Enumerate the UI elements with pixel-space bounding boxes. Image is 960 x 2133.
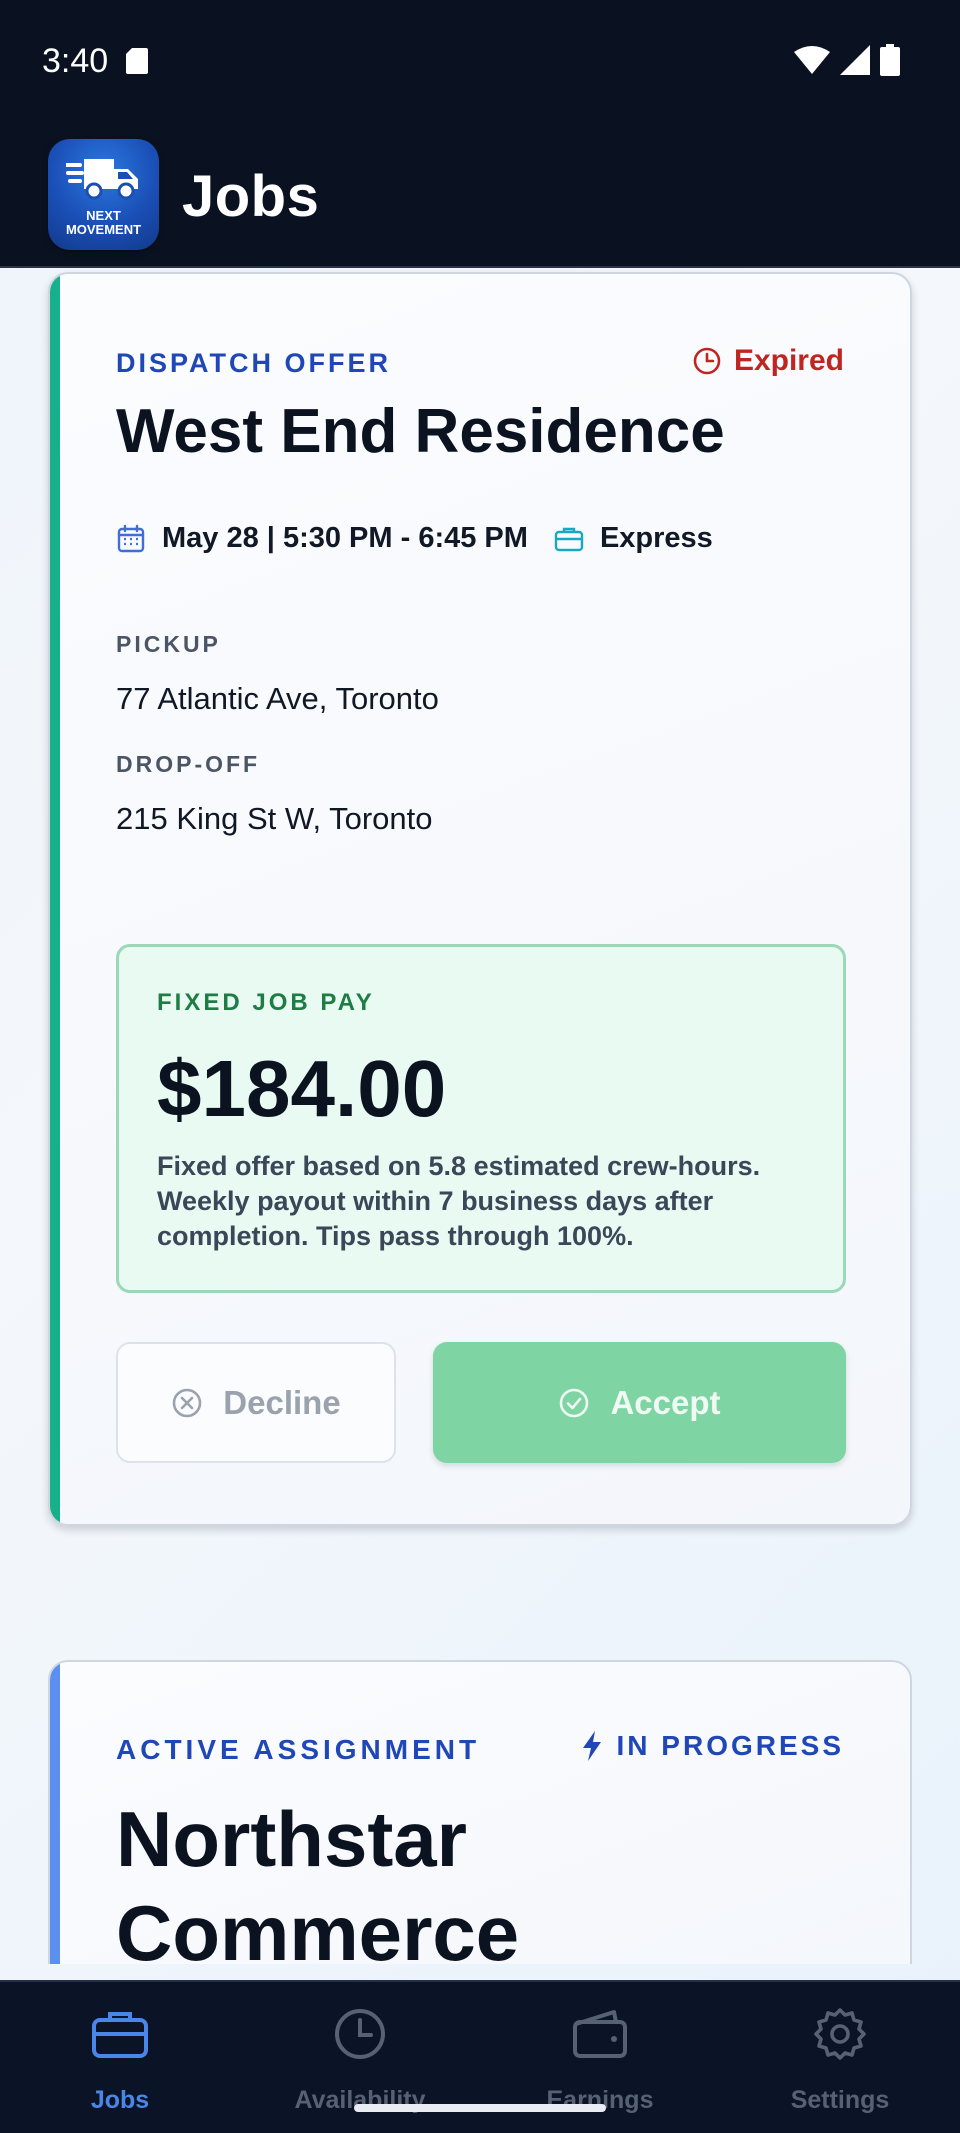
clock-icon [693,347,721,375]
expired-badge: Expired [692,344,844,378]
accept-label: Accept [610,1383,721,1421]
nav-jobs[interactable]: Jobs [0,1982,240,2133]
status-icons [794,44,900,76]
job-meta: May 28 | 5:30 PM - 6:45 PM Express [116,522,713,555]
card-eyebrow: DISPATCH OFFER [116,348,391,378]
in-progress-label: IN PROGRESS [616,1730,844,1761]
job-service-type: Express [599,522,713,554]
job-schedule: May 28 | 5:30 PM - 6:45 PM [162,522,528,554]
expired-label: Expired [733,344,844,377]
lightning-icon [582,1731,601,1761]
pickup-label: PICKUP [116,631,221,657]
gear-icon [814,2008,866,2060]
jobs-list[interactable]: DISPATCH OFFER Expired West End Residenc… [0,270,960,1964]
in-progress-badge: IN PROGRESS [581,1730,844,1762]
x-circle-icon [172,1388,202,1417]
app-logo: NEXT MOVEMENT [48,139,159,250]
page-title: Jobs [182,164,320,229]
dropoff-address: 215 King St W, Toronto [116,801,433,836]
accept-button[interactable]: Accept [433,1342,846,1463]
status-time: 3:40 [42,42,109,80]
logo-text-line2: MOVEMENT [65,222,142,237]
battery-icon [880,44,900,76]
briefcase-icon [92,2012,148,2058]
decline-button[interactable]: Decline [116,1342,396,1463]
pay-amount: $184.00 [157,1044,447,1133]
card-eyebrow: ACTIVE ASSIGNMENT [116,1734,481,1765]
pay-box: FIXED JOB PAY $184.00 Fixed offer based … [116,944,846,1293]
job-title: West End Residence [116,397,725,466]
home-indicator[interactable] [354,2104,606,2112]
pickup-address: 77 Atlantic Ave, Toronto [116,681,439,716]
card-accent-bar [50,274,60,1524]
wifi-icon [794,46,830,74]
dropoff-label: DROP-OFF [116,751,261,777]
active-assignment-card[interactable]: ACTIVE ASSIGNMENT IN PROGRESS Northstar … [48,1660,912,1964]
sd-card-icon [126,48,148,74]
dispatch-offer-card[interactable]: DISPATCH OFFER Expired West End Residenc… [48,272,912,1526]
logo-text-line1: NEXT [86,208,121,223]
pay-note: Fixed offer based on 5.8 estimated crew-… [157,1151,761,1251]
nav-settings[interactable]: Settings [720,1982,960,2133]
wallet-icon [573,2010,627,2058]
nav-label-jobs: Jobs [90,2086,150,2114]
briefcase-icon [554,527,584,551]
card-accent-bar [50,1662,60,1964]
calendar-icon [117,524,145,552]
signal-icon [840,45,870,75]
pay-label: FIXED JOB PAY [157,989,375,1016]
nav-label-settings: Settings [790,2086,890,2114]
check-circle-icon [560,1388,589,1417]
assignment-title: Northstar Commerce [116,1795,520,1964]
decline-label: Decline [223,1383,341,1421]
clock-icon [335,2009,385,2059]
top-bar: 3:40 NEXT MOVEMENT Jobs [0,0,960,268]
truck-icon [66,159,138,200]
